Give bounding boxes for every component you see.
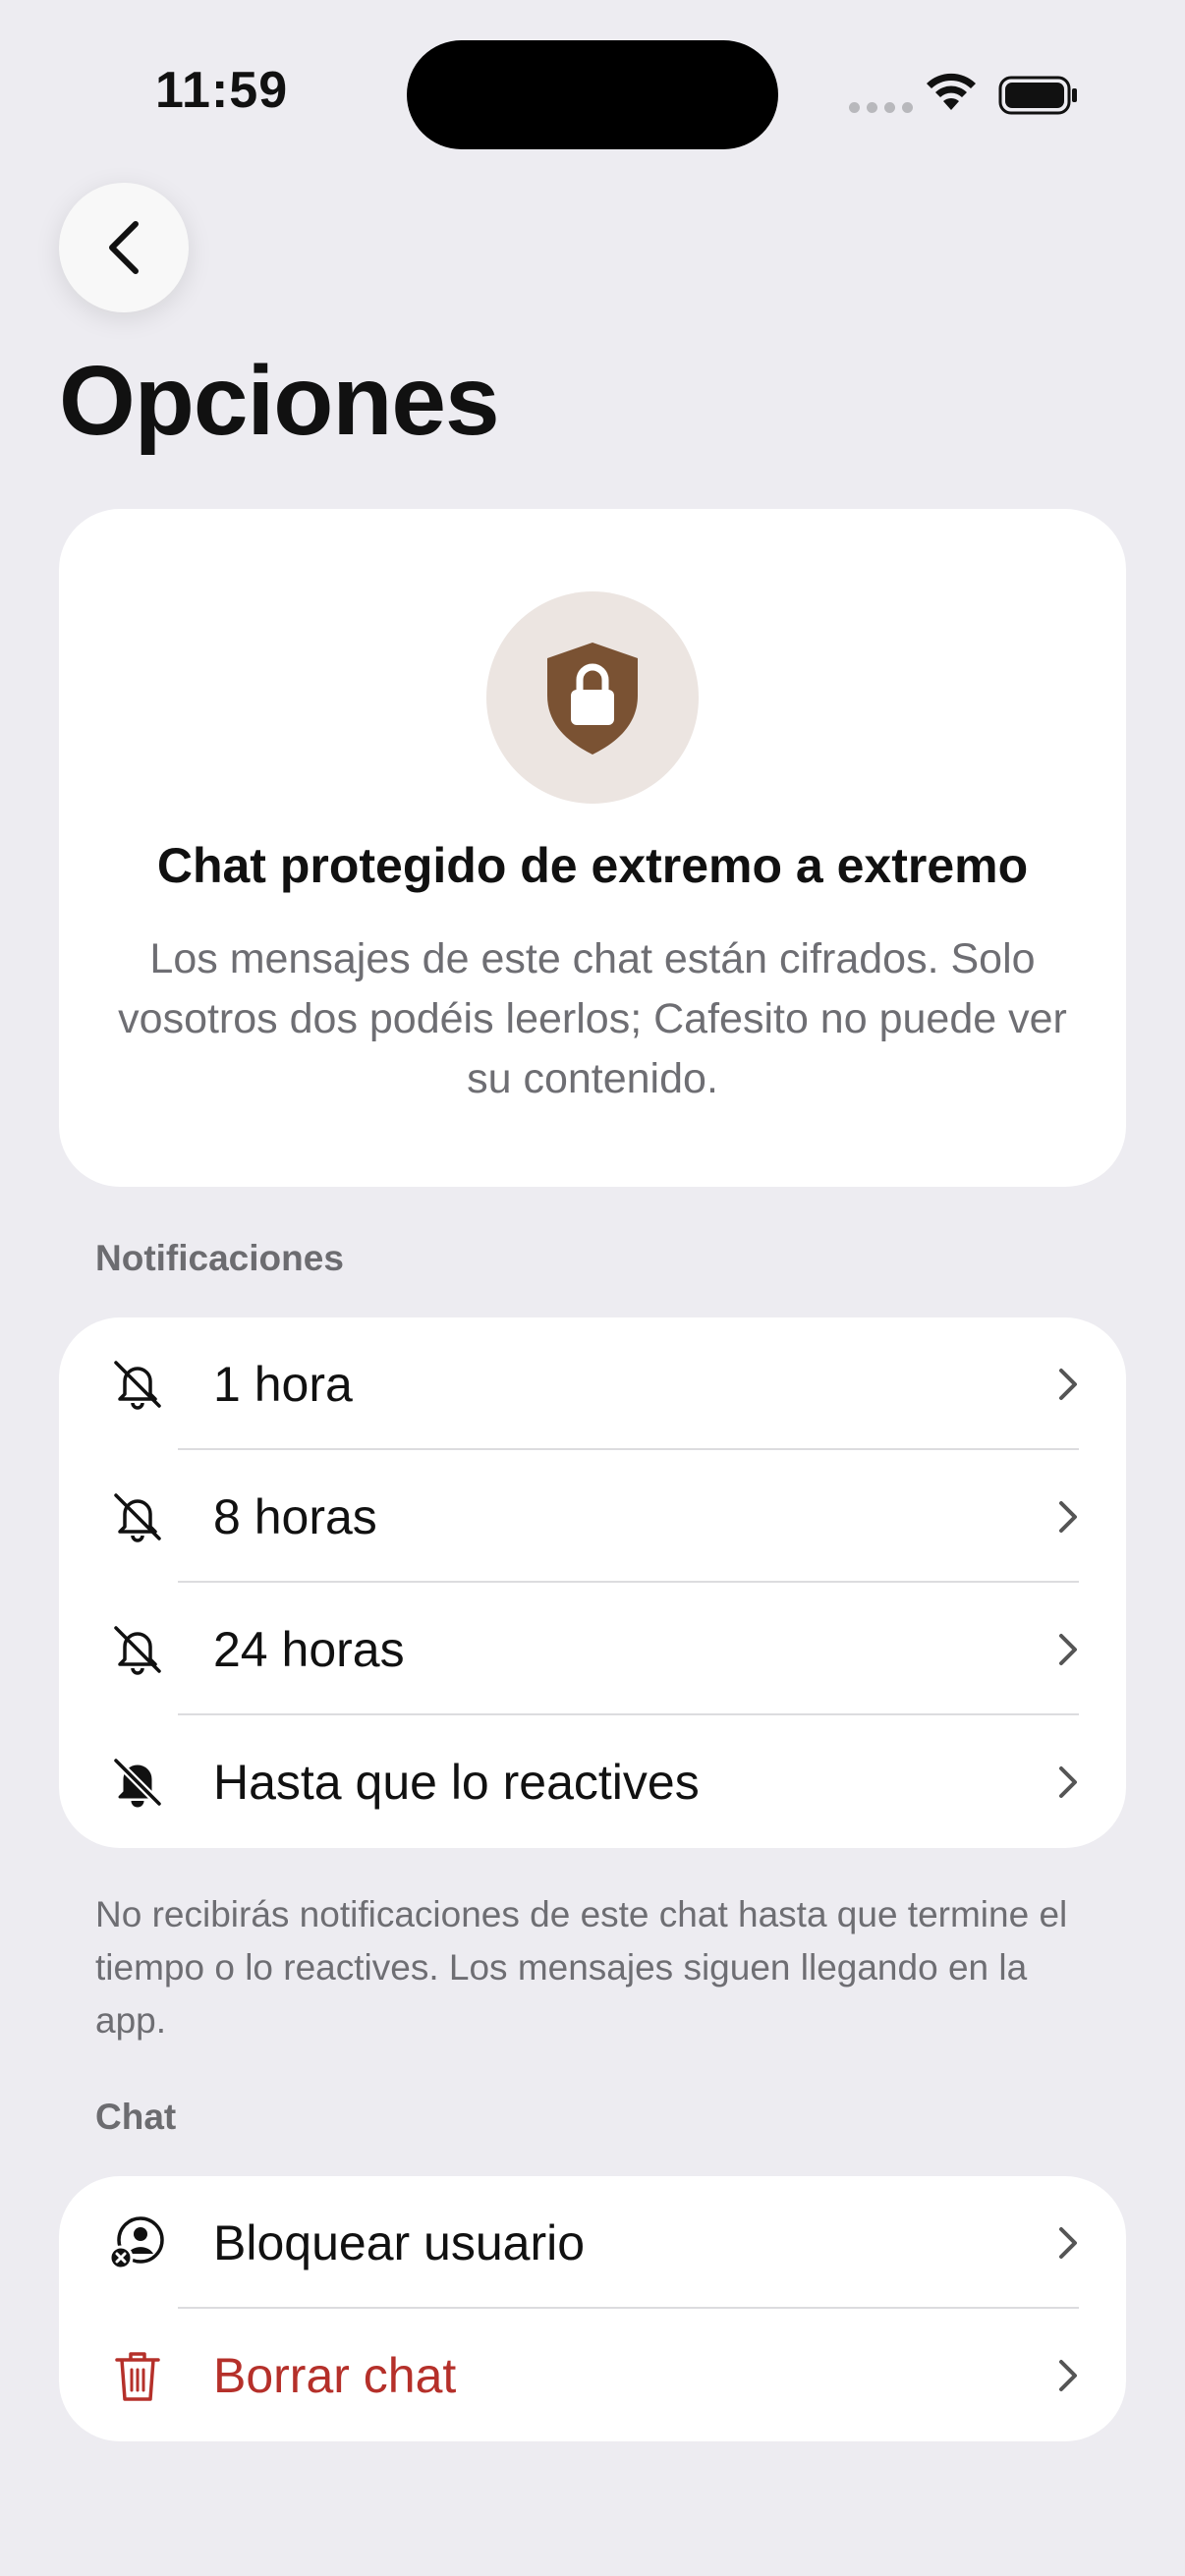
shield-lock-badge bbox=[486, 591, 699, 804]
section-label-chat: Chat bbox=[95, 2097, 177, 2137]
mute-24-hours-row[interactable]: 24 horas bbox=[59, 1583, 1126, 1715]
page-title: Opciones bbox=[59, 346, 500, 456]
back-button[interactable] bbox=[59, 183, 189, 312]
chevron-right-icon bbox=[1059, 1368, 1077, 1400]
notifications-footnote: No recibirás notificaciones de este chat… bbox=[95, 1894, 1068, 2041]
mute-8-hours-row[interactable]: 8 horas bbox=[59, 1450, 1126, 1583]
e2e-encryption-card: Chat protegido de extremo a extremo Los … bbox=[59, 509, 1126, 1187]
row-label: 24 horas bbox=[213, 1621, 405, 1677]
e2e-title: Chat protegido de extremo a extremo bbox=[156, 838, 1029, 893]
mute-1-hour-row[interactable]: 1 hora bbox=[59, 1317, 1126, 1450]
chat-group: Bloquear usuario Borrar chat bbox=[59, 2176, 1126, 2441]
dynamic-island bbox=[407, 40, 778, 149]
cellular-signal-icon bbox=[849, 102, 913, 113]
battery-icon bbox=[998, 76, 1077, 115]
block-user-row[interactable]: Bloquear usuario bbox=[59, 2176, 1126, 2309]
row-label: 8 horas bbox=[213, 1488, 377, 1544]
section-label-notifications: Notificaciones bbox=[95, 1238, 344, 1278]
bell-slash-outline-icon bbox=[114, 1625, 161, 1675]
bell-slash-filled-icon bbox=[112, 1756, 163, 1808]
status-time: 11:59 bbox=[155, 62, 289, 119]
row-label: Hasta que lo reactives bbox=[213, 1754, 700, 1810]
wifi-icon bbox=[927, 73, 976, 110]
row-label: 1 hora bbox=[213, 1356, 353, 1412]
chevron-right-icon bbox=[1059, 2359, 1077, 2391]
block-user-icon bbox=[108, 2215, 164, 2269]
bell-slash-outline-icon bbox=[114, 1360, 161, 1410]
delete-chat-row[interactable]: Borrar chat bbox=[59, 2309, 1126, 2441]
chevron-left-icon bbox=[109, 221, 139, 274]
mute-until-reactivated-row[interactable]: Hasta que lo reactives bbox=[59, 1715, 1126, 1848]
bell-slash-outline-icon bbox=[114, 1492, 161, 1542]
chevron-right-icon bbox=[1059, 1765, 1077, 1798]
notifications-group: 1 hora 8 horas 24 horas Hasta que lo rea bbox=[59, 1317, 1126, 1848]
chevron-right-icon bbox=[1059, 1633, 1077, 1665]
row-label: Bloquear usuario bbox=[213, 2214, 586, 2270]
row-label: Borrar chat bbox=[213, 2347, 457, 2403]
e2e-description: Los mensajes de este chat están cifrados… bbox=[118, 935, 1067, 1102]
chevron-right-icon bbox=[1059, 2226, 1077, 2259]
trash-icon bbox=[115, 2351, 160, 2401]
shield-lock-icon bbox=[547, 643, 638, 755]
chevron-right-icon bbox=[1059, 1500, 1077, 1533]
